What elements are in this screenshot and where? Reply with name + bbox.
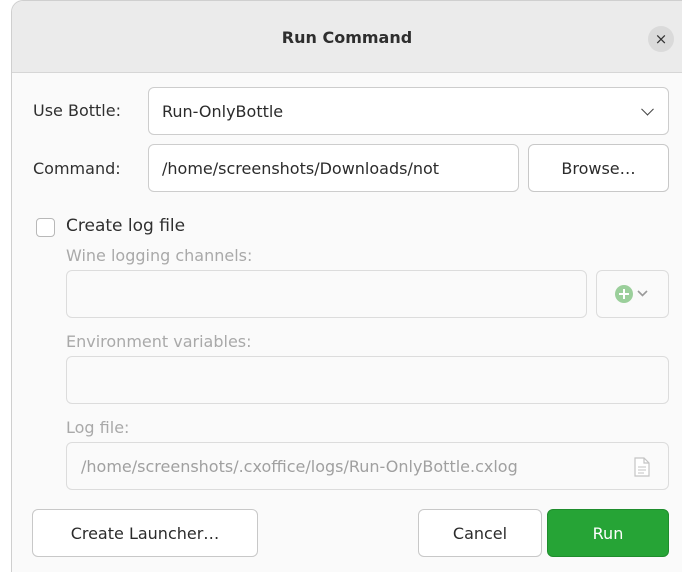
wine-logging-channels-label: Wine logging channels: [66,246,253,265]
create-log-checkbox[interactable] [36,218,55,237]
chevron-down-icon [641,102,654,116]
wine-logging-channels-input[interactable] [66,270,587,318]
create-launcher-button[interactable]: Create Launcher… [32,509,258,557]
bottle-select-value: Run-OnlyBottle [162,101,284,121]
command-input[interactable]: /home/screenshots/Downloads/not [148,144,519,192]
dialog-title: Run Command [281,28,413,47]
bottle-select[interactable]: Run-OnlyBottle [148,87,669,135]
cancel-button[interactable]: Cancel [418,509,542,557]
command-label: Command: [33,159,121,178]
environment-variables-input[interactable] [66,356,669,404]
chevron-down-icon [636,290,648,297]
browse-button[interactable]: Browse… [528,144,669,192]
run-command-dialog: Run Command × Use Bottle: Run-OnlyBottle… [11,0,682,572]
run-button[interactable]: Run [547,509,669,557]
use-bottle-label: Use Bottle: [33,101,121,120]
add-icon [614,285,648,303]
command-input-value: /home/screenshots/Downloads/not [162,158,440,178]
close-icon: × [654,30,668,48]
environment-variables-label: Environment variables: [66,332,252,351]
create-log-label[interactable]: Create log file [66,216,185,236]
add-channel-button[interactable] [596,270,669,318]
log-file-label: Log file: [66,418,130,437]
document-icon [634,457,650,477]
title-bar: Run Command × [12,1,682,73]
log-file-input[interactable]: /home/screenshots/.cxoffice/logs/Run-Onl… [66,442,669,490]
log-file-value: /home/screenshots/.cxoffice/logs/Run-Onl… [81,456,518,476]
close-button[interactable]: × [648,26,674,52]
